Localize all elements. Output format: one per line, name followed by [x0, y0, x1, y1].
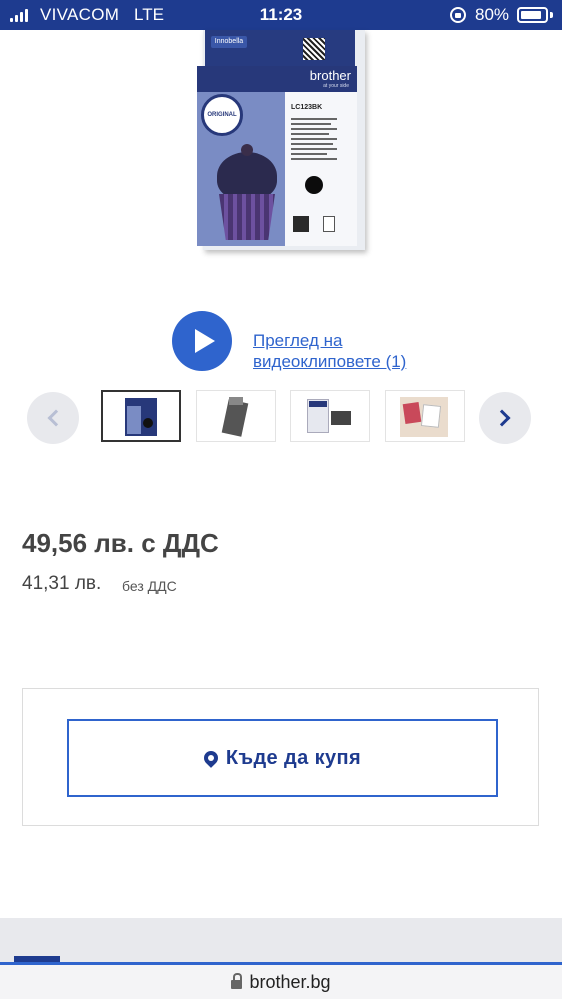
- rotation-lock-icon: [450, 7, 466, 23]
- product-image[interactable]: Innobella ORIGINAL brother at your side …: [195, 30, 365, 252]
- original-seal: ORIGINAL: [201, 94, 243, 136]
- price-with-vat: 49,56 лв. с ДДС: [22, 528, 219, 558]
- browser-url-bar[interactable]: brother.bg: [0, 965, 562, 999]
- box-model-code: LC123BK: [291, 104, 323, 111]
- lock-icon: [231, 973, 243, 989]
- qr-code: [303, 38, 325, 60]
- play-icon[interactable]: [172, 311, 232, 371]
- cupcake-illustration: [217, 152, 277, 200]
- thumbnail-2[interactable]: [196, 390, 276, 442]
- battery-percentage: 80%: [475, 5, 510, 24]
- thumbnail-1[interactable]: [101, 390, 181, 442]
- where-to-buy-label: Къде да купя: [225, 746, 362, 769]
- thumbnail-3[interactable]: [290, 390, 370, 442]
- cartridge-icon: [293, 216, 309, 232]
- chevron-right-icon[interactable]: [479, 392, 531, 444]
- price-without-vat-label: без ДДС: [122, 578, 177, 594]
- battery-icon: [517, 7, 548, 23]
- url-text: brother.bg: [249, 971, 331, 992]
- price-without-vat: 41,31 лв.: [22, 573, 102, 594]
- map-pin-icon: [200, 748, 221, 768]
- chevron-left-icon[interactable]: [27, 392, 79, 444]
- innobella-logo: Innobella: [211, 36, 247, 48]
- video-link[interactable]: Преглед на видеоклиповете (1): [253, 330, 413, 372]
- footer-band: [0, 918, 562, 962]
- brother-tagline: at your side: [323, 83, 349, 89]
- thumbnail-4[interactable]: [385, 390, 465, 442]
- status-bar: VIVACOM LTE 11:23 80%: [0, 0, 562, 30]
- black-ink-dot: [305, 176, 323, 194]
- compatible-models-list: [291, 118, 337, 163]
- page-yield-icon: [323, 216, 335, 232]
- brother-logo: brother: [309, 68, 351, 83]
- where-to-buy-button[interactable]: Къде да купя: [67, 719, 498, 797]
